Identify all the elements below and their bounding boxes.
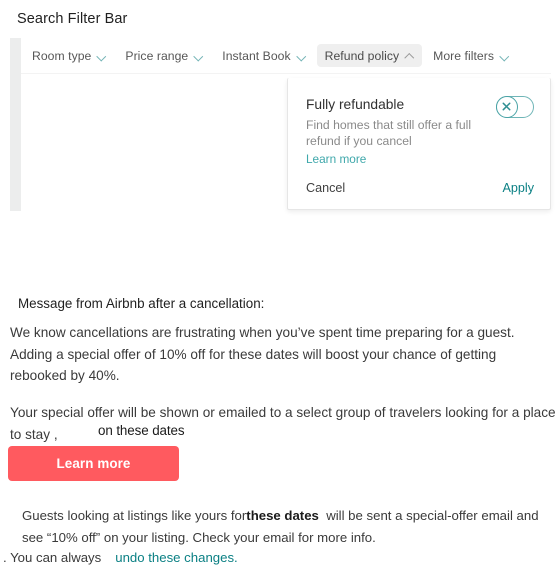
page-title: Search Filter Bar [17,11,128,27]
chevron-down-icon [500,51,509,60]
screenshot-left-gutter [10,38,21,211]
popover-header: Fully refundable Find homes that still o… [306,96,534,168]
close-x-icon [496,96,518,118]
filter-chip-instant-book[interactable]: Instant Book [214,44,313,67]
footer-line-1-bold: these dates [246,508,319,523]
filter-chip-label: Price range [125,48,189,63]
footer-line-2: . You can always undo these changes. [3,548,238,568]
filter-bar: Room type Price range Instant Book Refun… [21,38,551,73]
overlay-these-dates-label: on these dates [98,423,185,438]
filter-chip-price-range[interactable]: Price range [117,44,211,67]
filter-chip-label: Instant Book [222,48,291,63]
learn-more-button[interactable]: Learn more [8,446,179,481]
filter-chip-label: Refund policy [324,48,400,63]
filter-chip-label: Room type [32,48,92,63]
popover-learn-more-link[interactable]: Learn more [306,152,366,166]
chevron-down-icon [194,51,203,60]
filter-chip-refund-policy[interactable]: Refund policy [316,44,423,67]
filter-chip-more-filters[interactable]: More filters [425,44,517,67]
message-paragraph-1: We know cancellations are frustrating wh… [10,325,515,383]
footer-line-2-prefix: . You can always [3,550,102,565]
filter-chip-room-type[interactable]: Room type [24,44,114,67]
popover-apply-button[interactable]: Apply [502,181,534,195]
footer-line-1: Guests looking at listings like yours fo… [22,505,550,549]
chevron-up-icon [405,51,414,60]
footer-line-1-before: Guests looking at listings like yours fo… [22,508,247,523]
undo-changes-link[interactable]: undo these changes. [115,550,237,565]
chevron-down-icon [97,51,106,60]
message-section-label: Message from Airbnb after a cancellation… [18,296,265,311]
refund-policy-popover: Fully refundable Find homes that still o… [287,78,551,210]
popover-actions: Cancel Apply [288,181,550,195]
filter-chip-label: More filters [433,48,494,63]
message-paragraph-2: Your special offer will be shown or emai… [10,405,556,442]
popover-cancel-button[interactable]: Cancel [306,181,345,195]
popover-title: Fully refundable [306,97,405,112]
fully-refundable-toggle[interactable] [496,96,534,118]
chevron-down-icon [297,51,306,60]
popover-description: Find homes that still offer a full refun… [306,118,472,148]
